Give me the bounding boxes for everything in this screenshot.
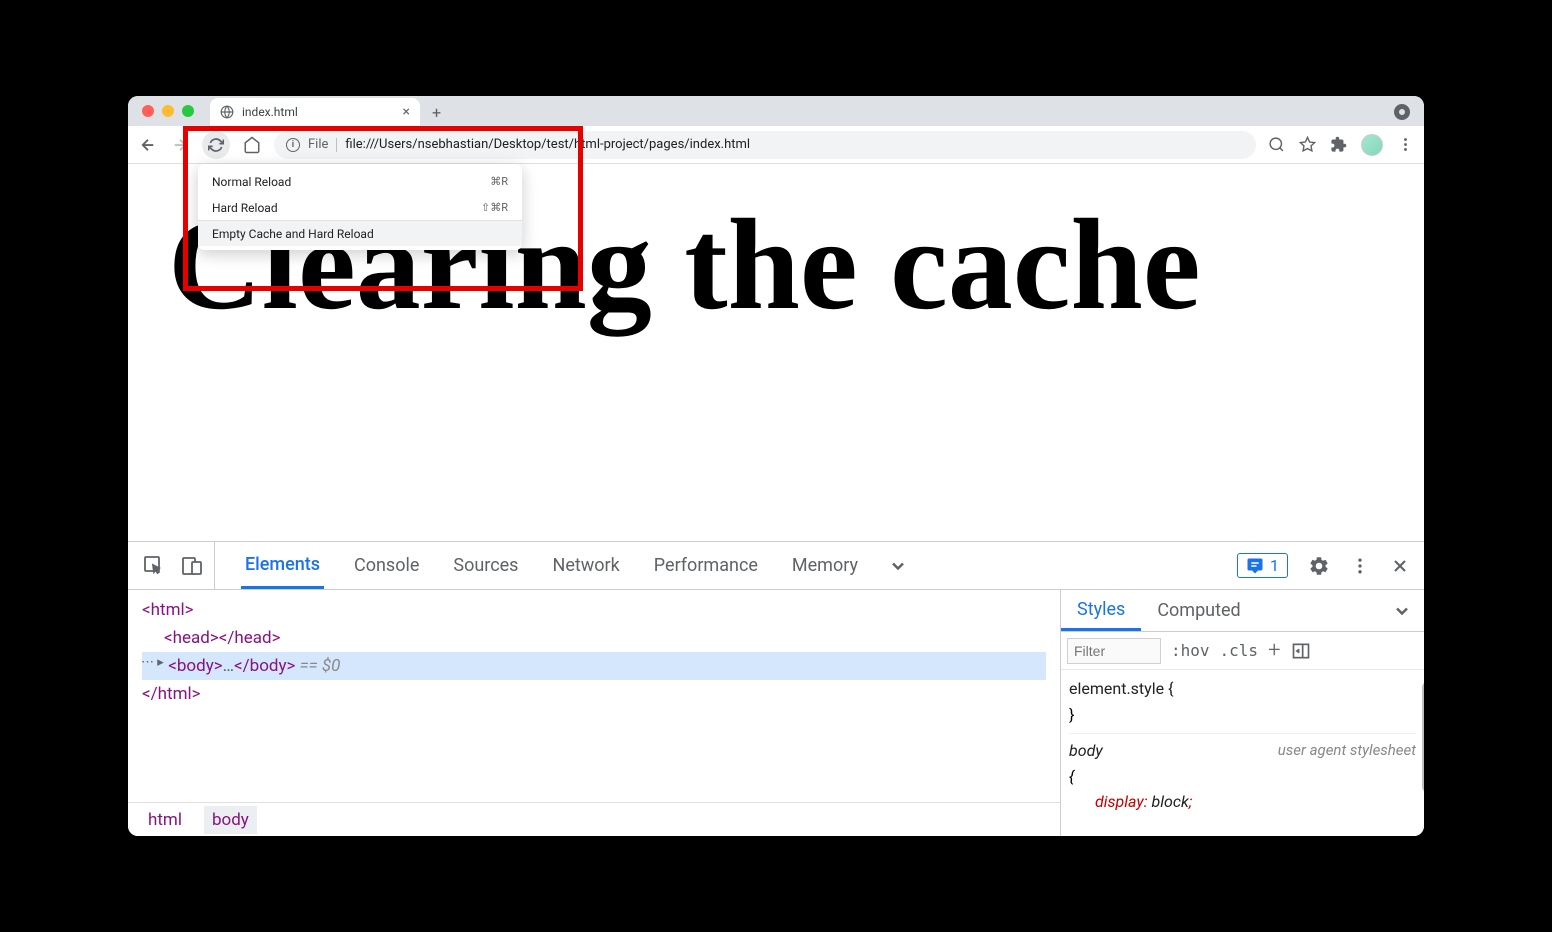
styles-rules[interactable]: element.style { } body user agent styles… (1061, 670, 1424, 821)
devtools-right: 1 (1237, 553, 1410, 578)
tab-styles[interactable]: Styles (1061, 590, 1141, 631)
devtools-body: <html> <head></head> <body>…</body> == $… (128, 590, 1424, 836)
back-button[interactable] (138, 135, 158, 155)
tab-computed[interactable]: Computed (1141, 590, 1256, 631)
settings-gear-icon[interactable] (1308, 555, 1330, 577)
dom-breadcrumb: html body (128, 802, 1060, 836)
devtools-panel: Elements Console Sources Network Perform… (128, 541, 1424, 836)
reload-context-menu: Normal Reload ⌘R Hard Reload ⇧⌘R Empty C… (198, 164, 522, 250)
menu-item-normal-reload[interactable]: Normal Reload ⌘R (198, 168, 522, 194)
devtools-inspect-group (142, 542, 215, 589)
traffic-lights (142, 105, 194, 117)
bookmark-star-icon[interactable] (1299, 136, 1316, 153)
tab-network[interactable]: Network (548, 542, 623, 589)
address-divider (336, 138, 337, 152)
issues-count: 1 (1270, 556, 1279, 575)
tab-title: index.html (242, 105, 298, 119)
menu-shortcut: ⇧⌘R (481, 201, 508, 214)
toggle-sidebar-icon[interactable] (1291, 641, 1311, 661)
toolbar: i File file:///Users/nsebhastian/Desktop… (128, 126, 1424, 164)
minimize-window-button[interactable] (162, 105, 174, 117)
browser-window: index.html × + i File file:///Users/nseb… (128, 96, 1424, 836)
menu-item-empty-cache-hard-reload[interactable]: Empty Cache and Hard Reload (198, 220, 522, 246)
tab-elements[interactable]: Elements (241, 542, 324, 589)
tab-sources[interactable]: Sources (449, 542, 522, 589)
styles-filter-row: :hov .cls + (1061, 632, 1424, 670)
css-rule-body[interactable]: body user agent stylesheet { display: bl… (1069, 733, 1416, 815)
menu-label: Hard Reload (212, 201, 278, 215)
dom-line-selected[interactable]: <body>…</body> == $0 (142, 652, 1046, 680)
forward-button[interactable] (170, 135, 190, 155)
home-button[interactable] (242, 135, 262, 155)
extensions-icon[interactable] (1330, 136, 1347, 153)
elements-panel: <html> <head></head> <body>…</body> == $… (128, 590, 1060, 836)
address-bar[interactable]: i File file:///Users/nsebhastian/Desktop… (274, 131, 1256, 159)
cls-toggle[interactable]: .cls (1220, 641, 1259, 660)
styles-tabs: Styles Computed (1061, 590, 1424, 632)
dom-line[interactable]: <html> (142, 596, 1046, 624)
inspect-element-icon[interactable] (142, 554, 166, 578)
menu-icon[interactable] (1397, 136, 1414, 153)
issues-button[interactable]: 1 (1237, 553, 1288, 578)
scrollbar-thumb[interactable] (1422, 682, 1424, 792)
browser-tab[interactable]: index.html × (210, 98, 420, 126)
address-scheme: File (308, 137, 328, 152)
address-url: file:///Users/nsebhastian/Desktop/test/h… (345, 137, 750, 152)
styles-filter-input[interactable] (1067, 638, 1161, 664)
styles-panel: Styles Computed :hov .cls + element.styl… (1060, 590, 1424, 836)
guest-profile-icon[interactable] (1394, 104, 1410, 120)
menu-label: Normal Reload (212, 175, 291, 189)
maximize-window-button[interactable] (182, 105, 194, 117)
more-tabs-icon[interactable] (888, 556, 908, 576)
more-options-icon[interactable] (1350, 556, 1370, 576)
menu-shortcut: ⌘R (490, 175, 508, 188)
toolbar-right (1268, 134, 1414, 156)
globe-icon (220, 105, 234, 119)
zoom-icon[interactable] (1268, 136, 1285, 153)
devtools-tabs: Elements Console Sources Network Perform… (128, 542, 1424, 590)
close-devtools-icon[interactable] (1390, 556, 1410, 576)
close-tab-icon[interactable]: × (403, 104, 410, 120)
tab-memory[interactable]: Memory (788, 542, 862, 589)
tab-performance[interactable]: Performance (650, 542, 762, 589)
new-tab-button[interactable]: + (432, 103, 441, 126)
hov-toggle[interactable]: :hov (1171, 641, 1210, 660)
breadcrumb-html[interactable]: html (140, 806, 190, 834)
menu-label: Empty Cache and Hard Reload (212, 227, 374, 241)
device-toolbar-icon[interactable] (180, 554, 204, 578)
dom-line[interactable]: <head></head> (142, 624, 1046, 652)
css-rule-element-style[interactable]: element.style { } (1069, 676, 1416, 727)
menu-item-hard-reload[interactable]: Hard Reload ⇧⌘R (198, 194, 522, 220)
close-window-button[interactable] (142, 105, 154, 117)
new-style-rule-icon[interactable]: + (1268, 638, 1280, 663)
dom-tree[interactable]: <html> <head></head> <body>…</body> == $… (128, 590, 1060, 802)
profile-avatar[interactable] (1361, 134, 1383, 156)
tab-strip: index.html × + (128, 96, 1424, 126)
reload-button[interactable] (202, 131, 230, 159)
breadcrumb-body[interactable]: body (204, 806, 257, 834)
site-info-icon[interactable]: i (286, 138, 300, 152)
tab-console[interactable]: Console (350, 542, 423, 589)
more-styles-tabs-icon[interactable] (1392, 601, 1424, 621)
dom-line[interactable]: </html> (142, 680, 1046, 708)
